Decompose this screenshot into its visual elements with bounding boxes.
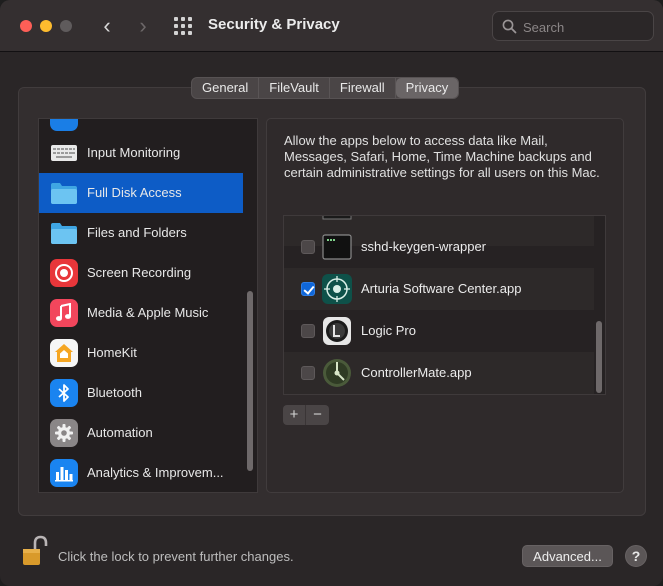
app-checkbox[interactable]: [301, 366, 315, 380]
sidebar-item-label: Bluetooth: [87, 385, 142, 400]
sidebar-item-label: HomeKit: [87, 345, 137, 360]
search-icon: [502, 19, 517, 34]
list-item-logic-pro[interactable]: Logic Pro: [284, 310, 594, 352]
sidebar-item-label: Input Monitoring: [87, 145, 181, 160]
bar-chart-icon: [50, 459, 78, 487]
partial-item-icon: [50, 119, 78, 131]
minimize-window-button[interactable]: [40, 20, 52, 32]
close-window-button[interactable]: [20, 20, 32, 32]
sidebar-item-label: Full Disk Access: [87, 185, 182, 200]
search-input[interactable]: [523, 17, 643, 37]
app-name: sshd-keygen-wrapper: [361, 239, 487, 254]
app-name: ControllerMate.app: [361, 365, 472, 380]
sidebar-item-input-monitoring[interactable]: Input Monitoring: [39, 133, 243, 173]
zoom-window-button[interactable]: [60, 20, 72, 32]
search-field[interactable]: [492, 11, 654, 41]
show-all-grid-icon[interactable]: [174, 17, 192, 35]
sidebar-item-homekit[interactable]: HomeKit: [39, 333, 243, 373]
sidebar-item-automation[interactable]: Automation: [39, 413, 243, 453]
sidebar-item-label: Automation: [87, 425, 153, 440]
controllermate-icon: [322, 358, 352, 388]
advanced-button[interactable]: Advanced...: [522, 545, 613, 567]
list-item-sshd-keygen-wrapper[interactable]: sshd-keygen-wrapper: [284, 226, 594, 268]
home-icon: [50, 339, 78, 367]
sidebar-item-label: Media & Apple Music: [87, 305, 209, 320]
app-checkbox-checked[interactable]: [301, 282, 315, 296]
remove-app-button[interactable]: −: [306, 405, 329, 425]
app-list-scrollbar[interactable]: [596, 321, 602, 393]
sidebar-item-bluetooth[interactable]: Bluetooth: [39, 373, 243, 413]
tab-privacy[interactable]: Privacy: [395, 78, 459, 98]
terminal-icon: [322, 232, 352, 262]
folder-icon: [50, 219, 78, 247]
app-list[interactable]: sshd-keygen-wrapper Arturia Software Cen…: [283, 215, 606, 395]
tab-filevault[interactable]: FileVault: [259, 78, 330, 98]
arturia-icon: [322, 274, 352, 304]
privacy-category-list[interactable]: Input Monitoring Full Disk Access Files …: [38, 118, 258, 493]
add-remove-controls: + −: [283, 405, 329, 425]
sidebar-item-media-apple-music[interactable]: Media & Apple Music: [39, 293, 243, 333]
sidebar-item-full-disk-access[interactable]: Full Disk Access: [39, 173, 243, 213]
lock-status-text: Click the lock to prevent further change…: [58, 549, 294, 564]
app-name: Logic Pro: [361, 323, 416, 338]
gear-icon: [50, 419, 78, 447]
window-title: Security & Privacy: [208, 16, 340, 33]
app-name: Arturia Software Center.app: [361, 281, 522, 296]
bluetooth-icon: [50, 379, 78, 407]
list-item-arturia[interactable]: Arturia Software Center.app: [284, 268, 594, 310]
keyboard-icon: [50, 139, 78, 167]
unlocked-padlock-icon[interactable]: [22, 535, 48, 572]
sidebar-scrollbar[interactable]: [247, 291, 253, 471]
app-permission-panel: Allow the apps below to access data like…: [266, 118, 624, 493]
sidebar-item-label: Screen Recording: [87, 265, 192, 280]
preferences-window: ‹ › Security & Privacy General FileVault…: [0, 0, 663, 586]
app-checkbox[interactable]: [301, 324, 315, 338]
music-note-icon: [50, 299, 78, 327]
tab-general[interactable]: General: [192, 78, 260, 98]
sidebar-item-label: Files and Folders: [87, 225, 187, 240]
forward-arrow-icon[interactable]: ›: [132, 13, 154, 39]
panel-description: Allow the apps below to access data like…: [284, 133, 600, 180]
back-arrow-icon[interactable]: ‹: [96, 13, 118, 39]
sidebar-item-screen-recording[interactable]: Screen Recording: [39, 253, 243, 293]
title-bar: ‹ › Security & Privacy: [0, 0, 663, 52]
help-button[interactable]: ?: [625, 545, 647, 567]
sidebar-item-label: Analytics & Improvem...: [87, 465, 224, 480]
sidebar-item-files-and-folders[interactable]: Files and Folders: [39, 213, 243, 253]
add-app-button[interactable]: +: [283, 405, 306, 425]
sidebar-item-analytics[interactable]: Analytics & Improvem...: [39, 453, 243, 492]
tab-firewall[interactable]: Firewall: [330, 78, 396, 98]
logic-pro-icon: [322, 316, 352, 346]
app-checkbox[interactable]: [301, 240, 315, 254]
list-item-controllermate[interactable]: ControllerMate.app: [284, 352, 594, 394]
tab-bar: General FileVault Firewall Privacy: [191, 77, 460, 99]
folder-icon: [50, 179, 78, 207]
screen-record-icon: [50, 259, 78, 287]
